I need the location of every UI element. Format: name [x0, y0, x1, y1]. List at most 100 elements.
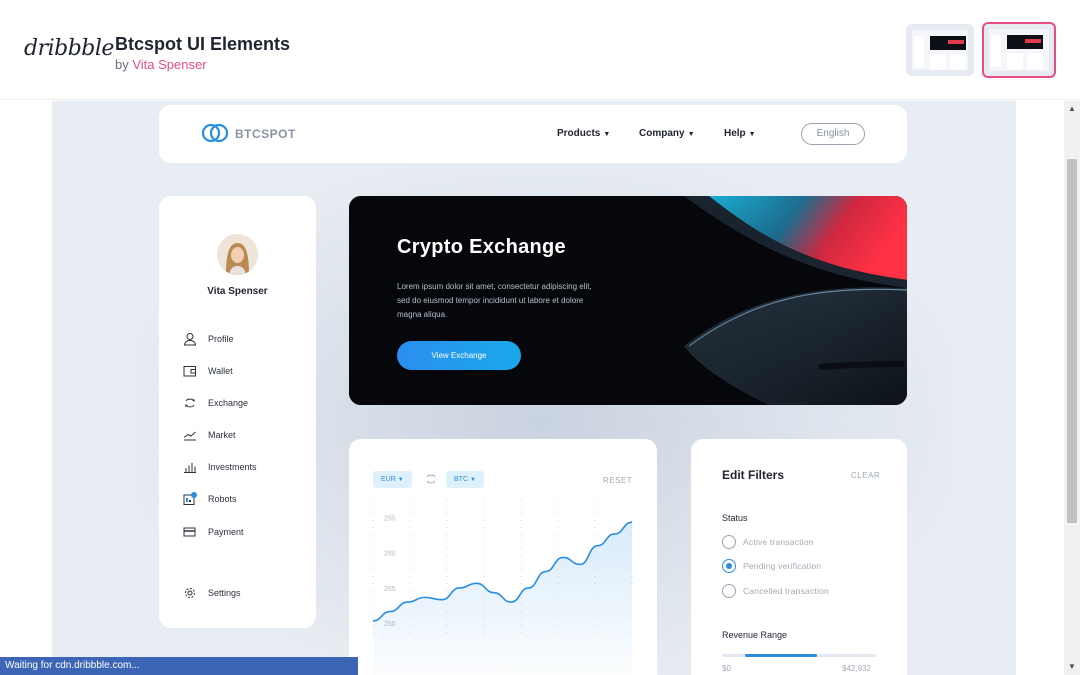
y-tick-label: 280 — [384, 551, 396, 558]
sidebar-item-profile[interactable]: Profile — [183, 332, 303, 348]
scroll-down-arrow-icon[interactable]: ▼ — [1064, 661, 1080, 673]
radio-label: Cancelled transaction — [743, 586, 829, 596]
language-button[interactable]: English — [801, 123, 865, 145]
gear-icon — [185, 588, 195, 598]
from-currency-select[interactable]: EUR ▼ — [373, 471, 412, 488]
sidebar-item-label: Robots — [208, 494, 237, 504]
swap-icon[interactable] — [425, 473, 437, 485]
trend-icon — [183, 431, 196, 441]
by-prefix: by — [115, 57, 129, 72]
caret-down-icon: ▼ — [687, 131, 695, 138]
brand-name[interactable]: BTCSPOT — [235, 127, 296, 141]
sidebar-item-label: Investments — [208, 462, 257, 472]
sidebar: Vita Spenser Profile Wallet Exchange Mar… — [159, 196, 316, 628]
thumbnail-preview — [912, 30, 968, 70]
user-name: Vita Spenser — [207, 286, 268, 297]
shot-canvas: BTCSPOT Products ▼ Company ▼ Help ▼ English… — [52, 101, 1016, 675]
radio-pending-verification[interactable]: Pending verification — [722, 559, 892, 573]
exchange-icon — [185, 398, 195, 408]
scroll-thumb[interactable] — [1067, 159, 1077, 523]
range-selection[interactable] — [745, 654, 818, 657]
user-icon — [183, 333, 197, 346]
y-tick-label: 295 — [384, 515, 396, 522]
browser-status-bar: Waiting for cdn.dribbble.com... — [0, 657, 358, 675]
shot-thumbnail-1[interactable] — [906, 24, 974, 76]
sidebar-item-payment[interactable]: Payment — [183, 525, 303, 541]
wallet-icon — [183, 366, 196, 377]
nav-products[interactable]: Products ▼ — [557, 128, 610, 139]
currency-label: BTC — [454, 476, 468, 483]
status-label: Status — [722, 513, 748, 523]
sidebar-item-market[interactable]: Market — [183, 428, 303, 444]
chart-area — [373, 522, 632, 675]
caret-down-icon: ▼ — [469, 477, 476, 483]
sidebar-item-label: Settings — [208, 588, 241, 598]
view-exchange-button[interactable]: View Exchange — [397, 341, 521, 370]
range-min-value: $0 — [722, 664, 731, 673]
sidebar-item-wallet[interactable]: Wallet — [183, 364, 303, 380]
thumbnail-hero — [1007, 35, 1043, 49]
thumbnail-card — [1007, 53, 1023, 69]
nav-label: Products — [557, 128, 601, 139]
radio-label: Pending verification — [743, 561, 822, 571]
dribbble-header: dribbble Btcspot UI Elements by Vita Spe… — [0, 0, 1080, 100]
sidebar-item-robots[interactable]: Robots — [183, 492, 303, 508]
avatar-image — [217, 234, 258, 275]
author-link[interactable]: Vita Spenser — [132, 57, 206, 72]
reset-button[interactable]: RESET — [603, 476, 632, 485]
range-max-value: $42,932 — [842, 664, 871, 673]
hero-banner: Crypto Exchange Lorem ipsum dolor sit am… — [349, 196, 907, 405]
nav-help[interactable]: Help ▼ — [724, 128, 756, 139]
caret-down-icon: ▼ — [397, 477, 404, 483]
thumbnail-preview — [989, 29, 1049, 71]
sidebar-item-exchange[interactable]: Exchange — [183, 396, 303, 412]
thumbnail-card — [950, 54, 966, 70]
nav-company[interactable]: Company ▼ — [639, 128, 695, 139]
app-navbar: BTCSPOT Products ▼ Company ▼ Help ▼ English — [159, 105, 907, 163]
bar-chart-icon — [184, 463, 196, 473]
shot-title: Btcspot UI Elements — [115, 34, 291, 54]
btcspot-logo-icon[interactable] — [201, 123, 229, 143]
hero-description: Lorem ipsum dolor sit amet, consectetur … — [397, 282, 592, 319]
currency-label: EUR — [381, 476, 396, 483]
scroll-up-arrow-icon[interactable]: ▲ — [1064, 103, 1080, 115]
card-icon — [183, 527, 196, 537]
price-chart-card: EUR ▼ BTC ▼ RESET 295280265250 — [349, 439, 657, 675]
radio-button-checked[interactable] — [722, 559, 736, 573]
y-tick-label: 265 — [384, 586, 396, 593]
radio-active-transaction[interactable]: Active transaction — [722, 535, 892, 549]
hero-title: Crypto Exchange — [397, 236, 566, 258]
caret-down-icon: ▼ — [748, 131, 756, 138]
page-scrollbar[interactable]: ▲ ▼ — [1064, 101, 1080, 675]
clear-filters-button[interactable]: CLEAR — [851, 471, 880, 480]
thumbnail-hero — [930, 36, 966, 50]
thumbnail-card — [1027, 53, 1043, 69]
avatar[interactable] — [217, 234, 258, 275]
sidebar-item-label: Exchange — [208, 398, 249, 408]
revenue-range-slider[interactable] — [722, 654, 876, 657]
filters-card: Edit Filters CLEAR Status Active transac… — [691, 439, 907, 675]
sidebar-item-label: Profile — [208, 334, 234, 344]
thumbnail-card — [930, 54, 946, 70]
to-currency-select[interactable]: BTC ▼ — [446, 471, 484, 488]
radio-button[interactable] — [722, 584, 736, 598]
radio-button[interactable] — [722, 535, 736, 549]
shot-thumbnail-2-selected[interactable] — [982, 22, 1056, 78]
robot-icon — [183, 492, 197, 505]
caret-down-icon: ▼ — [603, 131, 611, 138]
radio-cancelled-transaction[interactable]: Cancelled transaction — [722, 584, 892, 598]
price-chart: 295280265250 — [372, 499, 633, 675]
nav-label: Help — [724, 128, 746, 139]
sidebar-item-label: Market — [208, 430, 236, 440]
filters-title: Edit Filters — [722, 468, 785, 482]
revenue-range-label: Revenue Range — [722, 630, 788, 640]
sidebar-item-settings[interactable]: Settings — [183, 586, 303, 602]
shot-author: by Vita Spenser — [115, 57, 207, 72]
sidebar-item-investments[interactable]: Investments — [183, 460, 303, 476]
nav-label: Company — [639, 128, 685, 139]
radio-label: Active transaction — [743, 537, 814, 547]
sidebar-item-label: Payment — [208, 527, 244, 537]
thumbnail-sidebar — [991, 35, 1001, 67]
dribbble-logo[interactable]: dribbble — [24, 36, 114, 61]
sidebar-item-label: Wallet — [208, 366, 233, 376]
